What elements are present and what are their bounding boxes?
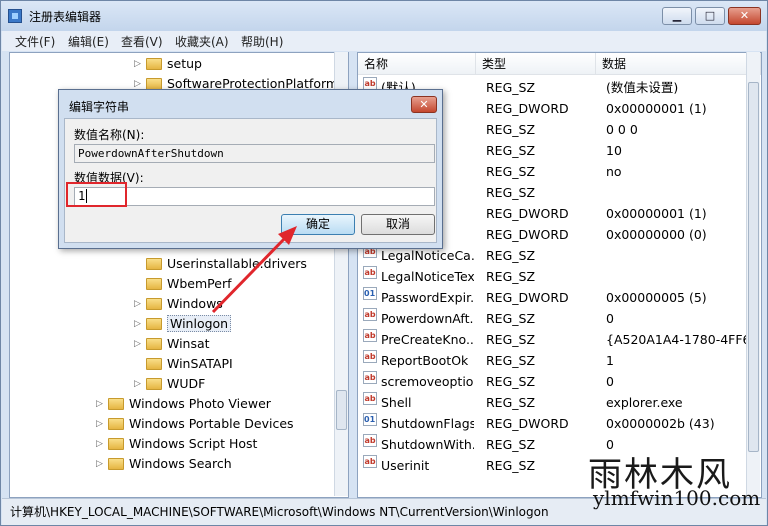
watermark-url: ylmfwin100.com: [593, 486, 761, 510]
